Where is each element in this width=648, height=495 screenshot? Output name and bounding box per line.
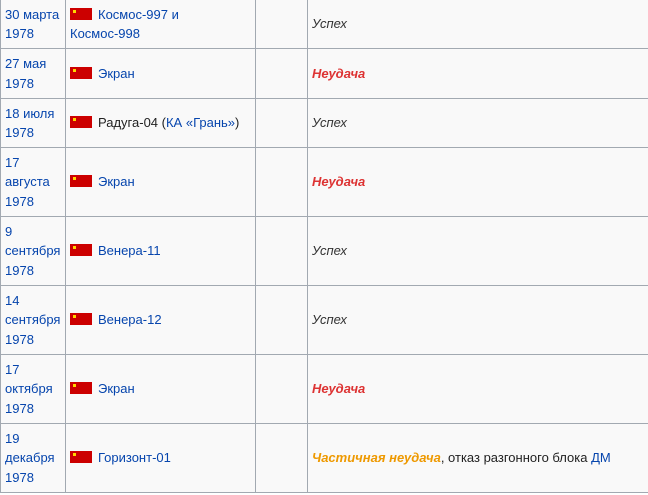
date-link[interactable]: 19 декабря 1978: [5, 431, 55, 485]
date-link[interactable]: 17 октября 1978: [5, 362, 53, 416]
payload-link[interactable]: Венера-11: [98, 243, 161, 258]
date-link[interactable]: 27 мая 1978: [5, 56, 46, 91]
status-failure: Неудача: [312, 381, 366, 397]
status-failure: Неудача: [312, 65, 366, 81]
date-cell: 18 июля 1978: [0, 98, 66, 148]
empty-cell: [255, 98, 308, 148]
status-failure: Неудача: [312, 174, 366, 190]
date-cell: 27 мая 1978: [0, 48, 66, 99]
ussr-flag-icon: [70, 451, 92, 464]
ussr-flag-icon: [70, 7, 92, 20]
empty-cell: [255, 147, 308, 217]
ussr-flag-icon: [70, 66, 92, 79]
payload-cell: Венера-11: [65, 216, 256, 286]
date-cell: 17 октября 1978: [0, 354, 66, 424]
ussr-flag-icon: [70, 382, 92, 395]
status-cell: Частичная неудача, отказ разгонного блок…: [307, 423, 648, 493]
status-success: Успех: [312, 115, 347, 131]
ussr-flag-icon: [70, 313, 92, 326]
status-cell: Неудача: [307, 354, 648, 424]
status-cell: Неудача: [307, 147, 648, 217]
date-cell: 14 сентября 1978: [0, 285, 66, 355]
status-cell: Успех: [307, 285, 648, 355]
dm-upper-stage-link[interactable]: ДМ: [591, 450, 611, 465]
status-cell: Успех: [307, 0, 648, 49]
ussr-flag-icon: [70, 116, 92, 129]
status-cell: Неудача: [307, 48, 648, 99]
status-success: Успех: [312, 16, 347, 32]
payload-cell: Космос-997 и Космос-998: [65, 0, 256, 49]
date-link[interactable]: 17 августа 1978: [5, 155, 50, 209]
status-success: Успех: [312, 243, 347, 259]
status-note: , отказ разгонного блока: [440, 450, 592, 466]
payload-link[interactable]: Экран: [98, 66, 135, 81]
empty-cell: [255, 423, 308, 493]
payload-cell: Экран: [65, 354, 256, 424]
payload-link[interactable]: Горизонт-01: [98, 450, 171, 465]
payload-cell: Радуга-04 (КА «Грань»): [65, 98, 256, 148]
date-cell: 9 сентября 1978: [0, 216, 66, 286]
table-row: 30 марта 1978 Космос-997 и Космос-998 Успе…: [0, 0, 648, 49]
payload-text: Радуга-04 (: [98, 115, 166, 131]
payload-cell: Экран: [65, 147, 256, 217]
table-row: 17 октября 1978 Экран Неудача: [0, 354, 648, 424]
payload-link[interactable]: Венера-12: [98, 312, 162, 327]
date-cell: 30 марта 1978: [0, 0, 66, 49]
empty-cell: [255, 48, 308, 99]
table-row: 9 сентября 1978 Венера-11 Успех: [0, 216, 648, 286]
payload-link[interactable]: Экран: [98, 174, 135, 189]
empty-cell: [255, 0, 308, 49]
payload-link[interactable]: КА «Грань»: [166, 115, 235, 130]
status-success: Успех: [312, 312, 347, 328]
launch-table: 30 марта 1978 Космос-997 и Космос-998 Успе…: [0, 0, 648, 493]
payload-cell: Венера-12: [65, 285, 256, 355]
payload-cell: Экран: [65, 48, 256, 99]
ussr-flag-icon: [70, 244, 92, 257]
status-cell: Успех: [307, 216, 648, 286]
empty-cell: [255, 354, 308, 424]
table-row: 19 декабря 1978 Горизонт-01 Частичная неуд…: [0, 423, 648, 493]
payload-cell: Горизонт-01: [65, 423, 256, 493]
date-link[interactable]: 14 сентября 1978: [5, 293, 60, 347]
payload-link[interactable]: Экран: [98, 381, 135, 396]
payload-text: ): [235, 115, 240, 131]
table-row: 27 мая 1978 Экран Неудача: [0, 48, 648, 99]
date-link[interactable]: 30 марта 1978: [5, 7, 59, 42]
table-row: 18 июля 1978 Радуга-04 (КА «Грань») Успех: [0, 98, 648, 148]
date-cell: 17 августа 1978: [0, 147, 66, 217]
date-link[interactable]: 9 сентября 1978: [5, 224, 60, 278]
date-link[interactable]: 18 июля 1978: [5, 106, 54, 141]
empty-cell: [255, 216, 308, 286]
table-row: 17 августа 1978 Экран Неудача: [0, 147, 648, 217]
ussr-flag-icon: [70, 175, 92, 188]
status-partial-failure: Частичная неудача: [312, 450, 441, 466]
empty-cell: [255, 285, 308, 355]
status-cell: Успех: [307, 98, 648, 148]
table-row: 14 сентября 1978 Венера-12 Успех: [0, 285, 648, 355]
date-cell: 19 декабря 1978: [0, 423, 66, 493]
